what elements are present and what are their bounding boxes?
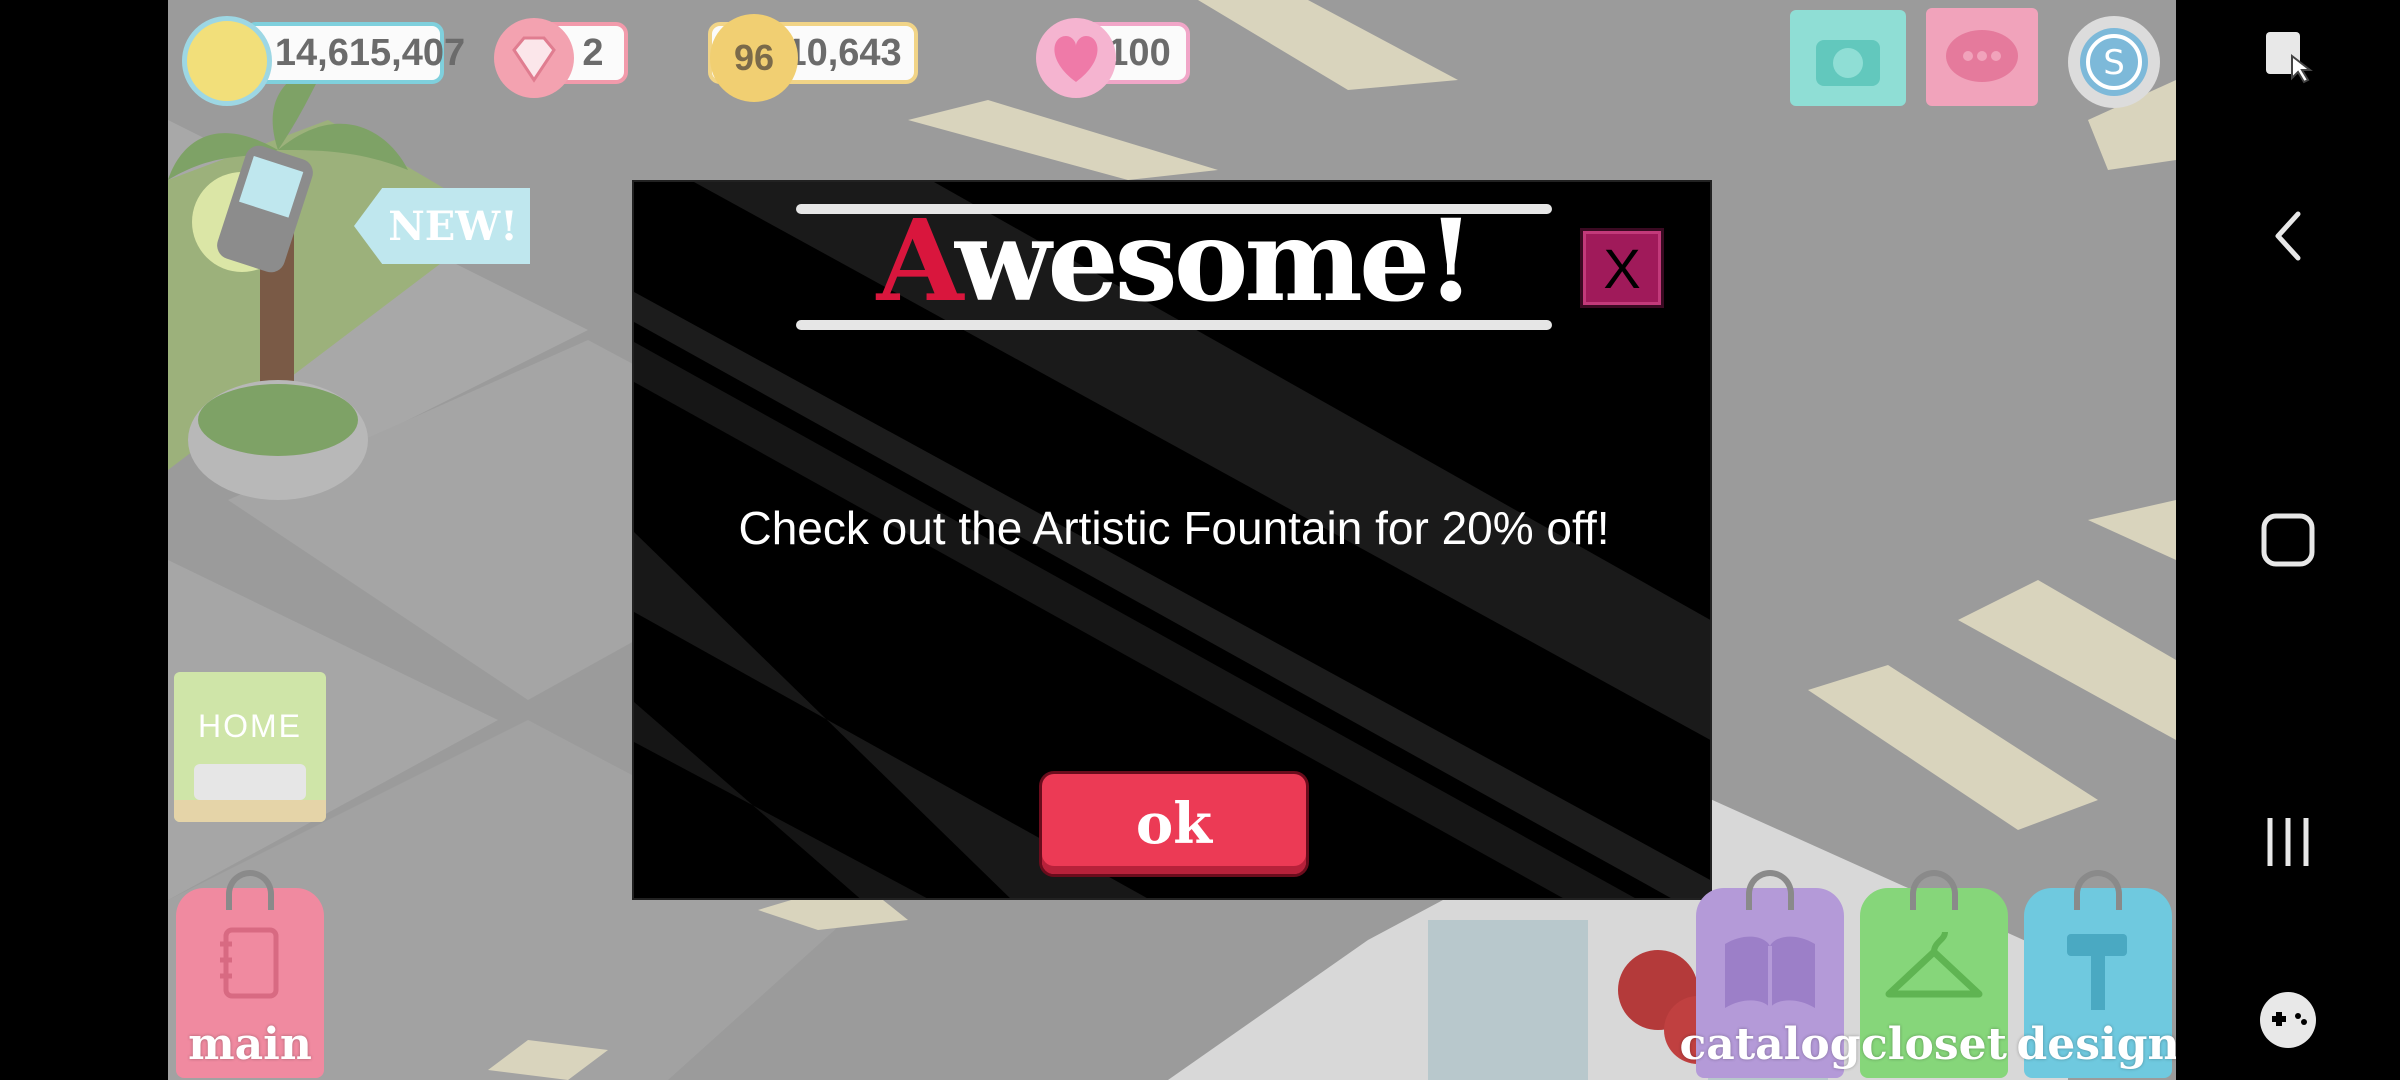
- dialog-message: Check out the Artistic Fountain for 20% …: [738, 502, 1610, 554]
- promo-dialog: Awesome! X Check out the Artistic Founta…: [632, 180, 1712, 900]
- recents-button[interactable]: [2246, 800, 2330, 884]
- design-tab-label: design: [2016, 1019, 2180, 1070]
- diamond-icon: [492, 16, 576, 104]
- close-button[interactable]: X: [1580, 228, 1664, 308]
- title-rest: wesome!: [955, 196, 1475, 327]
- main-tab-label: main: [188, 1019, 312, 1070]
- s-badge-icon: S: [2080, 28, 2148, 96]
- close-icon: X: [1603, 236, 1641, 300]
- catalog-tab[interactable]: catalog: [1680, 870, 1860, 1078]
- home-icon: [2261, 513, 2315, 567]
- camera-icon: [1816, 40, 1880, 86]
- gamepad-icon: [2260, 992, 2316, 1048]
- home-decor-label: HOME: [198, 708, 302, 744]
- phone-button[interactable]: [182, 130, 332, 290]
- title-bottom-rule: [796, 320, 1552, 330]
- ok-button-label: ok: [1135, 791, 1213, 857]
- new-badge-label: NEW!: [388, 202, 518, 250]
- chat-button[interactable]: [1926, 8, 2038, 106]
- tag-hook-icon: [226, 870, 274, 910]
- chat-icon: [1946, 30, 2018, 82]
- tag-hook-icon: [1746, 870, 1794, 910]
- back-icon: [2275, 211, 2301, 261]
- coins-value: 14,615,407: [274, 31, 466, 74]
- catalog-tab-label: catalog: [1679, 1019, 1861, 1070]
- back-button[interactable]: [2246, 194, 2330, 278]
- social-button[interactable]: S: [2068, 16, 2160, 108]
- level-value: 96: [733, 37, 775, 78]
- dialog-title: Awesome!: [794, 202, 1554, 322]
- closet-tab[interactable]: closet: [1860, 870, 2008, 1078]
- home-decor-button[interactable]: HOME: [174, 672, 326, 822]
- hanger-icon: [1860, 924, 2008, 1014]
- coin-icon: [182, 16, 272, 106]
- gems-value: 2: [582, 31, 604, 74]
- screen-pin-button[interactable]: [2246, 14, 2330, 98]
- tag-hook-icon: [1910, 870, 1958, 910]
- heart-icon: [1034, 16, 1118, 104]
- main-tab[interactable]: main: [176, 870, 324, 1078]
- notebook-icon: [176, 924, 324, 1004]
- star-icon: 96: [710, 14, 798, 102]
- book-icon: [1696, 924, 1844, 1014]
- home-button[interactable]: [2246, 498, 2330, 582]
- ok-button[interactable]: ok: [1042, 774, 1306, 874]
- tag-hook-icon: [2074, 870, 2122, 910]
- closet-tab-label: closet: [1861, 1019, 2007, 1070]
- coins-counter[interactable]: 14,615,407: [244, 22, 465, 84]
- new-badge[interactable]: NEW!: [354, 188, 530, 264]
- hammer-icon: [2024, 924, 2172, 1014]
- svg-text:S: S: [2103, 43, 2125, 83]
- system-navigation-bar: [2176, 0, 2400, 1080]
- phone-icon: [192, 145, 313, 273]
- game-tools-button[interactable]: [2246, 978, 2330, 1062]
- screen-pin-icon: [2266, 32, 2313, 84]
- camera-button[interactable]: [1790, 10, 1906, 106]
- title-first-letter: A: [876, 196, 959, 327]
- recents-icon: [2267, 818, 2309, 866]
- design-tab[interactable]: design: [2017, 870, 2180, 1078]
